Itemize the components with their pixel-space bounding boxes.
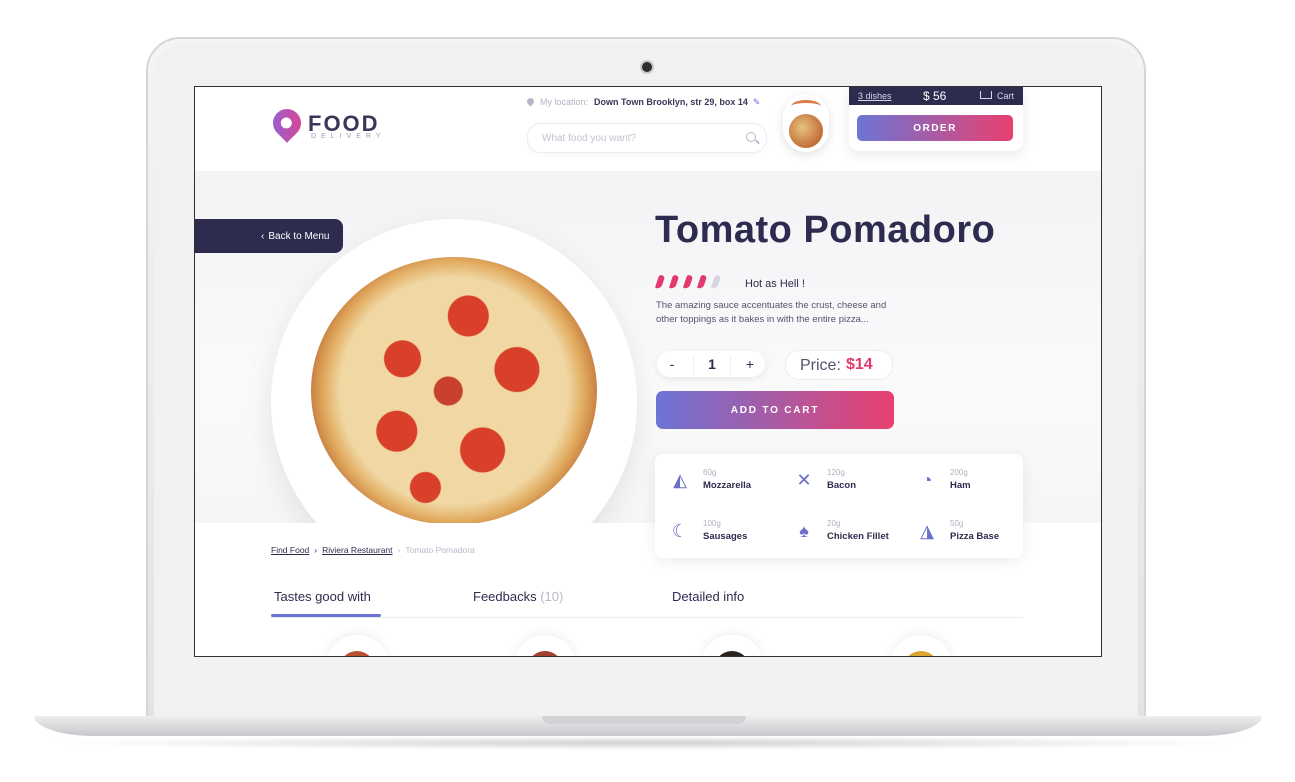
chili-icon (668, 274, 680, 290)
cart-dish-thumbnail[interactable] (783, 94, 829, 152)
ingredient-weight: 50g (950, 519, 964, 528)
ingredient-weight: 100g (703, 519, 721, 528)
chili-icon (654, 274, 666, 290)
price-value: $14 (846, 356, 873, 373)
ingredient-name: Bacon (827, 480, 857, 491)
cart-total: $ 56 (923, 89, 947, 103)
breadcrumb-separator: › (397, 545, 401, 555)
product-title: Tomato Pomadoro (655, 209, 996, 251)
chicken-leg-icon: ♠ (799, 521, 809, 541)
chevron-left-icon: ‹ (261, 230, 265, 242)
price-label: Price: (800, 357, 841, 374)
tab-label: Tastes good with (274, 589, 371, 604)
dish-image (714, 651, 750, 656)
laptop-shadow (40, 736, 1256, 750)
tab-detailed-info[interactable]: Detailed info (672, 589, 744, 604)
decrease-quantity-button[interactable]: - (657, 351, 687, 377)
ingredient-item: ◮ 50g Pizza Base (910, 519, 1030, 553)
quantity-value[interactable]: 1 (693, 356, 731, 374)
location: My location: Down Town Brooklyn, str 29, … (525, 96, 761, 108)
ingredient-weight: 20g (827, 519, 841, 528)
pizza-slice-icon: ◮ (920, 521, 934, 541)
active-tab-indicator (271, 614, 381, 617)
logo-pin-icon[interactable] (267, 103, 307, 143)
ingredient-name: Mozzarella (703, 480, 752, 491)
ingredient-item: ◔ 200g Ham (910, 468, 1030, 502)
ingredient-item: ☾ 100g Sausages (663, 519, 783, 553)
dish-image (527, 651, 563, 656)
price-tag: Price: $14 (785, 350, 893, 380)
ingredient-item: ✕ 120g Bacon (787, 468, 907, 502)
breadcrumb-link-restaurant[interactable]: Riviera Restaurant (322, 545, 392, 555)
order-button[interactable]: ORDER (857, 115, 1013, 141)
screen: FOOD DELIVERY My location: Down Town Broo… (194, 86, 1102, 657)
ingredient-name: Sausages (703, 531, 748, 542)
ingredient-item: ◭ 60g Mozzarella (663, 468, 783, 502)
feedback-count: (10) (540, 589, 564, 604)
top-bar: FOOD DELIVERY My location: Down Town Broo… (195, 87, 1101, 171)
cart-label[interactable]: Cart (997, 91, 1014, 101)
stacked-plate (791, 100, 821, 113)
cheese-icon: ◭ (673, 470, 687, 490)
search-icon[interactable] (746, 132, 756, 142)
pizza-image (311, 257, 597, 525)
bacon-icon: ✕ (796, 470, 812, 490)
ingredient-weight: 120g (827, 468, 845, 477)
chili-icon (696, 274, 708, 290)
ingredient-name: Ham (950, 480, 971, 491)
chili-icon (710, 274, 722, 290)
tab-label: Detailed info (672, 589, 745, 604)
dish-image (339, 651, 375, 656)
tab-label: Feedbacks (473, 589, 537, 604)
search-box (527, 123, 767, 153)
heat-label: Hot as Hell ! (745, 278, 805, 290)
ham-icon: ◔ (921, 470, 933, 490)
cart-summary-bar: 3 dishes $ 56 Cart (849, 87, 1023, 105)
cart-panel: 3 dishes $ 56 Cart ORDER (849, 87, 1023, 151)
product-description: The amazing sauce accentuates the crust,… (656, 300, 887, 325)
ingredient-weight: 200g (950, 468, 968, 477)
laptop-notch (542, 716, 746, 724)
add-to-cart-button[interactable]: ADD TO CART (656, 391, 894, 429)
breadcrumb-current: Tomato Pomadora (405, 545, 475, 555)
pizza-thumbnail (789, 114, 823, 148)
breadcrumb: Find Food › Riviera Restaurant › Tomato Poma… (271, 545, 475, 555)
cart-dishes-count[interactable]: 3 dishes (858, 91, 892, 101)
tab-tastes-good-with[interactable]: Tastes good with (274, 589, 371, 604)
increase-quantity-button[interactable]: + (735, 351, 765, 377)
back-to-menu-button[interactable]: ‹ Back to Menu (195, 219, 343, 253)
location-pin-icon (525, 96, 536, 107)
breadcrumb-link-find-food[interactable]: Find Food (271, 545, 309, 555)
chili-icon (682, 274, 694, 290)
ingredients-panel: ◭ 60g Mozzarella ✕ 120g Bacon ◔ 200g Ham… (655, 454, 1023, 558)
location-value: Down Town Brooklyn, str 29, box 14 (594, 97, 748, 107)
ingredient-name: Chicken Fillet (827, 531, 889, 542)
ingredient-item: ♠ 20g Chicken Fillet (787, 519, 907, 553)
breadcrumb-separator: › (314, 545, 318, 555)
back-to-menu-label: Back to Menu (268, 230, 330, 242)
tab-feedbacks[interactable]: Feedbacks (10) (473, 589, 563, 604)
logo-subtitle: DELIVERY (311, 133, 386, 140)
sausage-icon: ☾ (671, 521, 689, 541)
ingredient-weight: 60g (703, 468, 717, 477)
search-input[interactable] (540, 132, 744, 145)
location-label: My location: (540, 97, 589, 107)
cart-icon[interactable] (980, 91, 992, 99)
edit-location-icon[interactable]: ✎ (753, 97, 761, 107)
product-tabs: Tastes good with Feedbacks (10) Detailed… (271, 587, 1023, 618)
ingredient-name: Pizza Base (950, 531, 1000, 542)
dish-image (903, 651, 939, 656)
heat-rating (654, 274, 727, 294)
webcam (642, 62, 652, 72)
quantity-stepper: - 1 + (657, 351, 765, 377)
